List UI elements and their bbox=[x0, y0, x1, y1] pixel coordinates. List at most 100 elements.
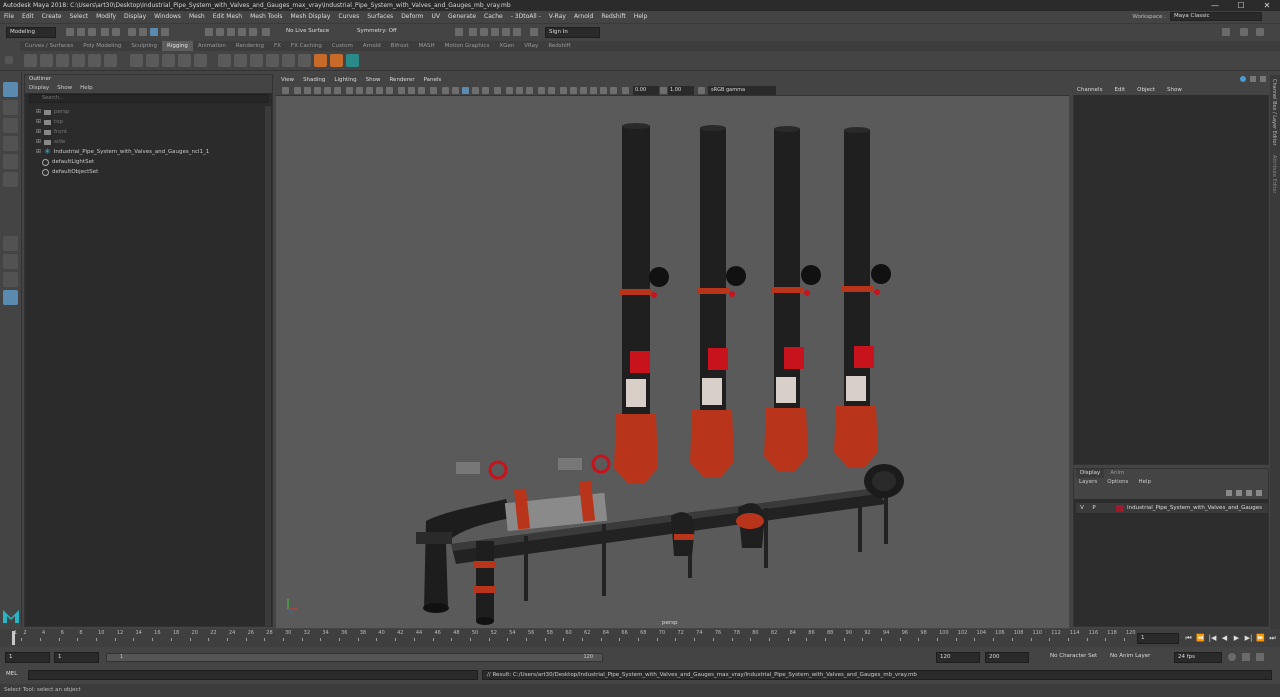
shelf-tab-rigging[interactable]: Rigging bbox=[162, 41, 193, 51]
select-mask-icon[interactable] bbox=[161, 28, 169, 36]
render-settings-icon[interactable] bbox=[491, 28, 499, 36]
ssao-icon[interactable] bbox=[442, 87, 449, 94]
scene-canvas[interactable] bbox=[276, 96, 1069, 628]
orient-constraint-icon[interactable] bbox=[250, 54, 263, 67]
field-chart-icon[interactable] bbox=[580, 87, 587, 94]
menu-mesh-display[interactable]: Mesh Display bbox=[287, 11, 335, 22]
safe-title-icon[interactable] bbox=[570, 87, 577, 94]
hypershade-icon[interactable] bbox=[502, 28, 510, 36]
anim-layer-dropdown[interactable]: No Anim Layer bbox=[1107, 652, 1165, 663]
shelf-tab-xgen[interactable]: XGen bbox=[494, 41, 519, 51]
isolate-icon[interactable] bbox=[430, 87, 437, 94]
menu-display[interactable]: Display bbox=[120, 11, 150, 22]
film-gate-icon[interactable] bbox=[324, 87, 331, 94]
bind-skin-icon[interactable] bbox=[130, 54, 143, 67]
cluster-icon[interactable] bbox=[178, 54, 191, 67]
go-to-start-button[interactable]: ⏮ bbox=[1184, 633, 1193, 643]
sign-in-button[interactable]: Sign In bbox=[545, 27, 600, 38]
workspace-dropdown[interactable]: Maya Classic bbox=[1170, 12, 1262, 21]
menu-cache[interactable]: Cache bbox=[480, 11, 507, 22]
playback-end-field[interactable]: 120 bbox=[936, 652, 980, 663]
color-manage-icon[interactable] bbox=[610, 87, 617, 94]
single-view-icon[interactable] bbox=[3, 236, 18, 251]
current-frame-field[interactable]: 1 bbox=[1137, 633, 1179, 644]
loop-icon[interactable] bbox=[1228, 653, 1236, 661]
layer-help-menu[interactable]: Help bbox=[1138, 478, 1151, 487]
outliner-node-persp[interactable]: ⊞ persp bbox=[36, 107, 70, 117]
hud-icon[interactable] bbox=[482, 87, 489, 94]
character-controls-icon[interactable] bbox=[1240, 28, 1248, 36]
open-scene-icon[interactable] bbox=[77, 28, 85, 36]
scale-constraint-icon[interactable] bbox=[266, 54, 279, 67]
new-scene-icon[interactable] bbox=[66, 28, 74, 36]
character-set-dropdown[interactable]: No Character Set bbox=[1047, 652, 1109, 663]
lasso-tool-icon[interactable] bbox=[3, 100, 18, 115]
shelf-tab-custom[interactable]: Custom bbox=[327, 41, 358, 51]
select-object-icon[interactable] bbox=[139, 28, 147, 36]
history-icon[interactable] bbox=[262, 28, 270, 36]
viewport-menu-lighting[interactable]: Lighting bbox=[331, 75, 359, 85]
maximize-button[interactable]: ☐ bbox=[1228, 0, 1254, 11]
locator-icon[interactable] bbox=[314, 54, 327, 67]
motion-blur-icon[interactable] bbox=[452, 87, 459, 94]
outliner-menu-show[interactable]: Show bbox=[57, 84, 72, 93]
gamma-field[interactable]: 1.00 bbox=[668, 86, 694, 95]
snap-curve-icon[interactable] bbox=[216, 28, 224, 36]
scale-tool-icon[interactable] bbox=[3, 172, 18, 187]
exposure-icon[interactable] bbox=[506, 87, 513, 94]
play-backwards-button[interactable]: ◀ bbox=[1220, 633, 1229, 643]
parent-constraint-icon[interactable] bbox=[218, 54, 231, 67]
layer-visibility-toggle[interactable]: V bbox=[1076, 505, 1088, 511]
step-back-frame-button[interactable]: |◀ bbox=[1208, 633, 1217, 643]
cluster-handle-icon[interactable] bbox=[330, 54, 343, 67]
animation-start-field[interactable]: 1 bbox=[5, 652, 50, 663]
sync-icon[interactable] bbox=[1240, 76, 1246, 82]
humanik-icon[interactable] bbox=[104, 54, 117, 67]
viewport-menu-renderer[interactable]: Renderer bbox=[386, 75, 417, 85]
menu-surfaces[interactable]: Surfaces bbox=[363, 11, 397, 22]
ik-handle-icon[interactable] bbox=[40, 54, 53, 67]
save-scene-icon[interactable] bbox=[88, 28, 96, 36]
overscan-icon[interactable] bbox=[600, 87, 607, 94]
shelf-tab-curves-surfaces[interactable]: Curves / Surfaces bbox=[20, 41, 78, 51]
outliner-node-top[interactable]: ⊞ top bbox=[36, 117, 63, 127]
select-component-icon[interactable] bbox=[150, 28, 158, 36]
select-tool-icon[interactable] bbox=[3, 82, 18, 97]
grid-icon[interactable] bbox=[314, 87, 321, 94]
layer-row[interactable]: V P Industrial_Pipe_System_with_Valves_a… bbox=[1076, 503, 1268, 513]
menu-help[interactable]: Help bbox=[630, 11, 652, 22]
ik-spline-icon[interactable] bbox=[56, 54, 69, 67]
new-empty-layer-icon[interactable] bbox=[1246, 490, 1252, 496]
panel-toggle-icon[interactable] bbox=[1256, 28, 1264, 36]
menu-generate[interactable]: Generate bbox=[444, 11, 480, 22]
quick-rig-icon[interactable] bbox=[88, 54, 101, 67]
layer-color-swatch[interactable] bbox=[1116, 504, 1124, 512]
step-back-key-button[interactable]: ⏪ bbox=[1196, 633, 1205, 643]
float-icon[interactable] bbox=[1260, 76, 1266, 82]
vray-icon[interactable] bbox=[530, 28, 538, 36]
live-surface-field[interactable]: No Live Surface bbox=[283, 27, 338, 38]
paint-select-icon[interactable] bbox=[3, 118, 18, 133]
shelf-tab-mash[interactable]: MASH bbox=[413, 41, 439, 51]
fps-dropdown[interactable]: 24 fps bbox=[1174, 652, 1222, 663]
snap-point-icon[interactable] bbox=[227, 28, 235, 36]
menu-modify[interactable]: Modify bbox=[92, 11, 120, 22]
textured-icon[interactable] bbox=[366, 87, 373, 94]
lattice-icon[interactable] bbox=[162, 54, 175, 67]
backface-icon[interactable] bbox=[418, 87, 425, 94]
channels-menu[interactable]: Channels bbox=[1077, 85, 1102, 95]
close-button[interactable]: ✕ bbox=[1254, 0, 1280, 11]
outliner-layout-icon[interactable] bbox=[3, 290, 18, 305]
camera-toggle-icon[interactable] bbox=[526, 87, 533, 94]
menu-arnold[interactable]: Arnold bbox=[570, 11, 597, 22]
minimize-button[interactable]: — bbox=[1202, 0, 1228, 11]
bookmark-icon[interactable] bbox=[294, 87, 301, 94]
menu-edit-mesh[interactable]: Edit Mesh bbox=[209, 11, 246, 22]
shelf-tab-fx-caching[interactable]: FX Caching bbox=[286, 41, 327, 51]
safe-action-icon[interactable] bbox=[560, 87, 567, 94]
menu-mesh-tools[interactable]: Mesh Tools bbox=[246, 11, 286, 22]
layer-options-menu[interactable]: Options bbox=[1107, 478, 1128, 487]
snap-surface-icon[interactable] bbox=[249, 28, 257, 36]
viewport-menu-shading[interactable]: Shading bbox=[300, 75, 328, 85]
shelf-tab-rendering[interactable]: Rendering bbox=[231, 41, 269, 51]
